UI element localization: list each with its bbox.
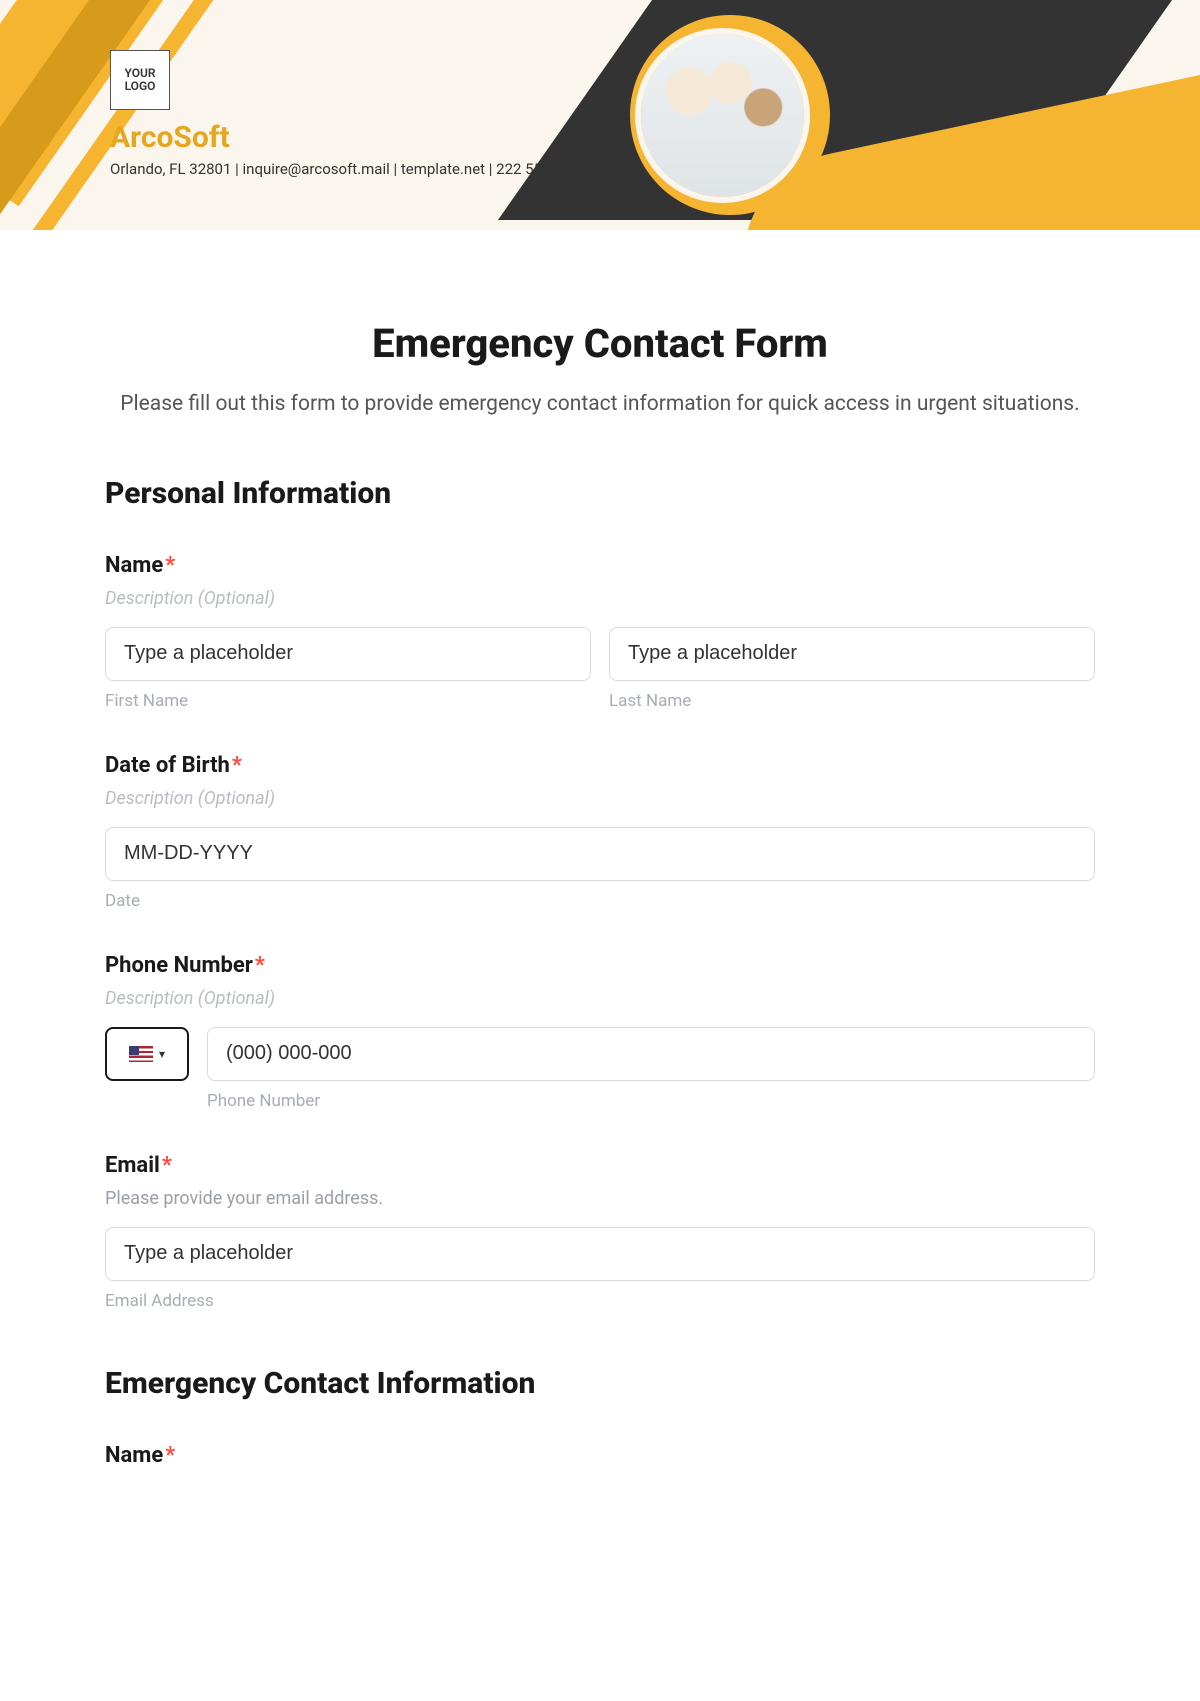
sublabel-phone: Phone Number xyxy=(207,1091,1095,1111)
field-phone: Phone Number* Description (Optional) ▾ P… xyxy=(105,953,1095,1111)
label-email-text: Email xyxy=(105,1153,160,1178)
required-mark: * xyxy=(255,953,265,978)
form-container: Emergency Contact Form Please fill out t… xyxy=(0,230,1200,1468)
desc-phone[interactable]: Description (Optional) xyxy=(105,988,1095,1009)
sublabel-last-name: Last Name xyxy=(609,691,1095,711)
field-name: Name* Description (Optional) First Name … xyxy=(105,553,1095,711)
label-dob: Date of Birth* xyxy=(105,753,1095,778)
required-mark: * xyxy=(232,753,242,778)
company-tagline: Orlando, FL 32801 | inquire@arcosoft.mai… xyxy=(110,160,579,178)
country-code-selector[interactable]: ▾ xyxy=(105,1027,189,1081)
required-mark: * xyxy=(165,553,175,578)
field-ec-name: Name* xyxy=(105,1443,1095,1468)
label-ec-name: Name* xyxy=(105,1443,1095,1468)
label-phone-text: Phone Number xyxy=(105,953,253,978)
required-mark: * xyxy=(165,1443,175,1468)
label-email: Email* xyxy=(105,1153,1095,1178)
header-banner: YOUR LOGO ArcoSoft Orlando, FL 32801 | i… xyxy=(0,0,1200,230)
sublabel-dob: Date xyxy=(105,891,1095,911)
email-input[interactable] xyxy=(105,1227,1095,1281)
header-photo xyxy=(635,28,810,203)
field-email: Email* Please provide your email address… xyxy=(105,1153,1095,1311)
first-name-input[interactable] xyxy=(105,627,591,681)
label-name-text: Name xyxy=(105,553,163,578)
label-ec-name-text: Name xyxy=(105,1443,163,1468)
company-name: ArcoSoft xyxy=(110,120,230,155)
field-dob: Date of Birth* Description (Optional) Da… xyxy=(105,753,1095,911)
form-subtitle: Please fill out this form to provide eme… xyxy=(105,389,1095,421)
desc-name[interactable]: Description (Optional) xyxy=(105,588,1095,609)
sublabel-email: Email Address xyxy=(105,1291,1095,1311)
section-personal-info: Personal Information xyxy=(105,476,1095,511)
sublabel-first-name: First Name xyxy=(105,691,591,711)
dob-input[interactable] xyxy=(105,827,1095,881)
label-name: Name* xyxy=(105,553,1095,578)
form-title: Emergency Contact Form xyxy=(105,320,1095,367)
phone-input[interactable] xyxy=(207,1027,1095,1081)
logo-placeholder: YOUR LOGO xyxy=(110,50,170,110)
desc-dob[interactable]: Description (Optional) xyxy=(105,788,1095,809)
desc-email: Please provide your email address. xyxy=(105,1188,1095,1209)
chevron-down-icon: ▾ xyxy=(159,1047,165,1061)
last-name-input[interactable] xyxy=(609,627,1095,681)
us-flag-icon xyxy=(129,1046,153,1062)
required-mark: * xyxy=(162,1153,172,1178)
section-emergency-contact: Emergency Contact Information xyxy=(105,1366,1095,1401)
label-dob-text: Date of Birth xyxy=(105,753,230,778)
label-phone: Phone Number* xyxy=(105,953,1095,978)
